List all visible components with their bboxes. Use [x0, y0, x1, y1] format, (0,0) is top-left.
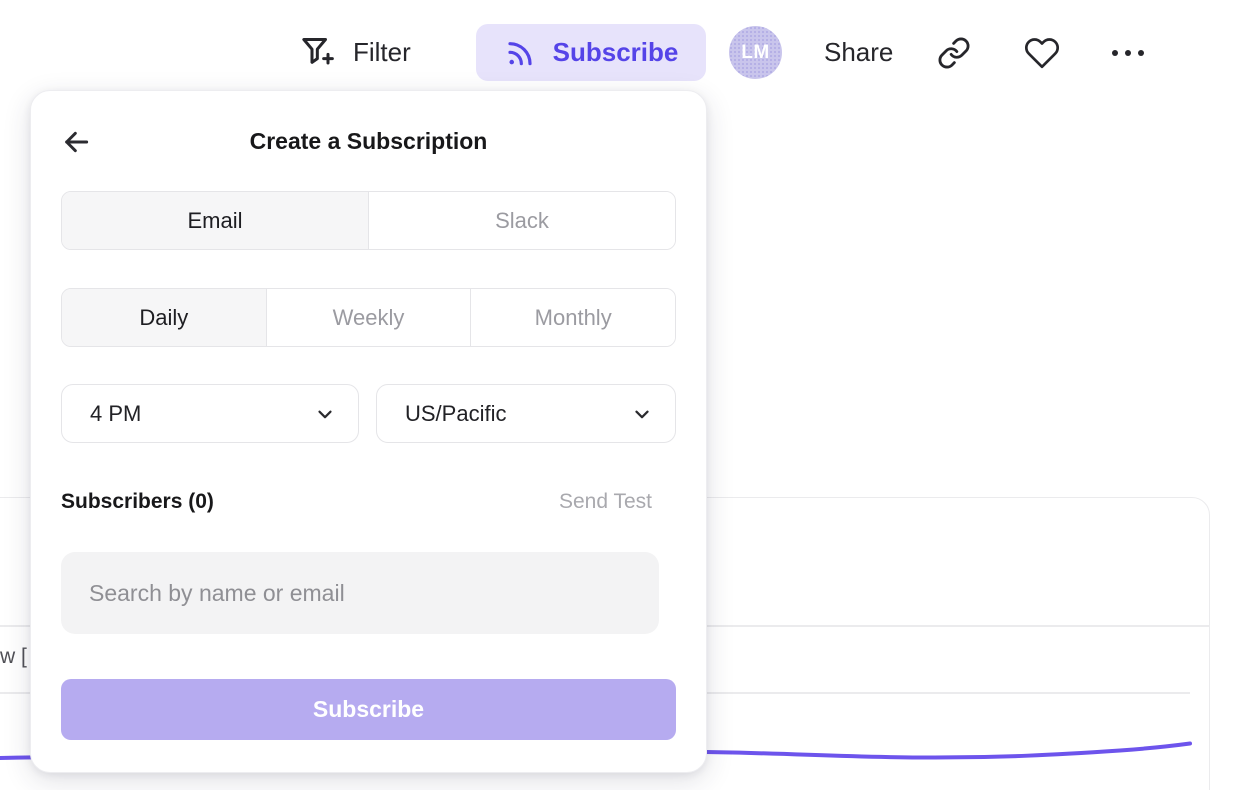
tab-slack[interactable]: Slack	[368, 192, 675, 249]
timezone-select-value: US/Pacific	[405, 401, 506, 427]
share-button[interactable]: Share	[824, 34, 893, 70]
share-label: Share	[824, 37, 893, 68]
subscribe-label: Subscribe	[553, 37, 679, 68]
tab-daily[interactable]: Daily	[62, 289, 266, 346]
time-select-value: 4 PM	[90, 401, 141, 427]
tab-monthly[interactable]: Monthly	[470, 289, 675, 346]
create-subscription-modal: Create a Subscription Email Slack Daily …	[30, 90, 707, 773]
filter-label: Filter	[353, 37, 411, 68]
tab-weekly[interactable]: Weekly	[266, 289, 471, 346]
link-icon	[937, 36, 971, 70]
frequency-tabs: Daily Weekly Monthly	[61, 288, 676, 347]
more-options-button[interactable]	[1108, 33, 1148, 73]
time-select[interactable]: 4 PM	[61, 384, 359, 443]
send-test-button[interactable]: Send Test	[559, 490, 652, 514]
modal-title: Create a Subscription	[31, 128, 706, 155]
copy-link-button[interactable]	[934, 33, 974, 73]
filter-button[interactable]: Filter	[298, 30, 411, 74]
page: w [ Filter Subscribe LM Share	[0, 0, 1234, 790]
heart-icon	[1024, 35, 1060, 71]
favorite-button[interactable]	[1022, 33, 1062, 73]
chevron-down-icon	[314, 403, 336, 425]
tab-email[interactable]: Email	[62, 192, 368, 249]
timezone-select[interactable]: US/Pacific	[376, 384, 676, 443]
subscribe-toolbar-button[interactable]: Subscribe	[476, 24, 706, 81]
ellipsis-icon	[1108, 41, 1148, 65]
chevron-down-icon	[631, 403, 653, 425]
subscriber-search-input[interactable]	[61, 552, 659, 634]
avatar-initials: LM	[741, 42, 769, 64]
avatar[interactable]: LM	[729, 26, 782, 79]
filter-plus-icon	[298, 32, 338, 72]
rss-icon	[504, 37, 536, 69]
channel-tabs: Email Slack	[61, 191, 676, 250]
subscribe-submit-button[interactable]: Subscribe	[61, 679, 676, 740]
subscribers-count-label: Subscribers (0)	[61, 490, 214, 514]
background-clipped-text: w [	[0, 645, 27, 669]
